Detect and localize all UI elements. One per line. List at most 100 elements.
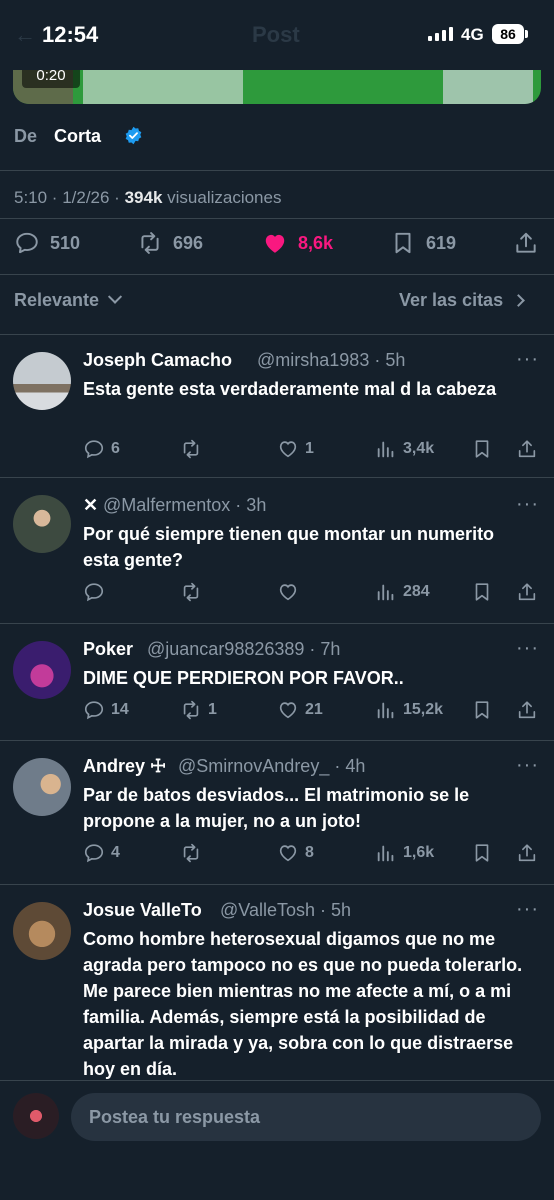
post-timestamp: 5:10 · 1/2/26 · — [14, 188, 125, 207]
avatar[interactable] — [13, 641, 71, 699]
more-icon[interactable]: ··· — [516, 348, 539, 371]
share-button[interactable] — [516, 581, 538, 603]
like-count: 8,6k — [298, 232, 334, 253]
share-button[interactable] — [516, 842, 538, 864]
views-icon — [377, 702, 394, 719]
like-icon — [279, 702, 297, 719]
more-icon[interactable]: ··· — [516, 637, 539, 660]
repost-action[interactable]: 696 — [137, 230, 203, 256]
bookmark-icon — [475, 583, 489, 601]
verified-icon — [125, 126, 142, 145]
reply-author-name[interactable]: ✕ — [83, 495, 98, 516]
more-icon[interactable]: ··· — [516, 898, 539, 921]
like-button[interactable]: 21 — [277, 699, 323, 721]
share-button[interactable] — [516, 438, 538, 460]
reply-icon — [84, 440, 104, 459]
repost-count: 1 — [208, 701, 217, 718]
bookmark-button[interactable] — [471, 438, 493, 460]
reply-icon — [84, 583, 104, 602]
views-icon — [377, 441, 394, 458]
chevron-left-icon[interactable]: ← — [14, 22, 36, 48]
reply-item[interactable]: ✕ @Malfermentox · 3h ··· Por qué siempre… — [0, 477, 554, 623]
share-button[interactable] — [516, 699, 538, 721]
view-count: 394k — [124, 188, 163, 207]
quotes-label: Ver las citas — [399, 290, 504, 310]
share-icon — [518, 701, 536, 719]
video-player[interactable] — [13, 64, 541, 104]
views-button[interactable]: 284 — [375, 581, 430, 603]
repost-button[interactable] — [180, 581, 208, 603]
avatar[interactable] — [13, 902, 71, 960]
more-icon[interactable]: ··· — [516, 493, 539, 516]
avatar[interactable] — [13, 1093, 59, 1139]
views-button[interactable]: 1,6k — [375, 842, 434, 864]
sort-label: Relevante — [14, 290, 100, 310]
views-label: visualizaciones — [162, 188, 282, 207]
reply-author-handle[interactable]: @ValleTosh · 5h — [220, 900, 351, 921]
reply-author-handle[interactable]: @Malfermentox · 3h — [103, 495, 266, 516]
reply-icon — [84, 844, 104, 863]
bookmark-button[interactable] — [471, 581, 493, 603]
repost-icon — [141, 232, 159, 254]
network-type: 4G — [461, 25, 484, 44]
reply-text: Par de batos desviados... El matrimonio … — [83, 785, 470, 831]
like-action[interactable]: 8,6k — [262, 230, 333, 256]
bookmark-action[interactable]: 619 — [390, 230, 456, 256]
like-button[interactable] — [277, 581, 305, 603]
reply-input[interactable] — [71, 1093, 541, 1141]
bookmark-icon — [395, 232, 411, 254]
reply-author-name[interactable]: Josue ValleTo — [83, 900, 202, 921]
reply-item[interactable]: Andrey ☩ @SmirnovAndrey_ · 4h ··· Par de… — [0, 740, 554, 884]
view-quotes-link[interactable]: Ver las citas — [399, 290, 525, 311]
share-action[interactable] — [513, 230, 539, 256]
repost-icon — [183, 843, 199, 863]
repost-count: 696 — [173, 232, 204, 253]
reply-button[interactable]: 4 — [83, 842, 120, 864]
reply-button[interactable]: 6 — [83, 438, 120, 460]
avatar[interactable] — [13, 495, 71, 553]
reply-count: 510 — [50, 232, 81, 253]
divider — [0, 170, 554, 171]
battery-icon: 86 — [492, 24, 524, 44]
repost-icon — [183, 700, 199, 720]
more-icon[interactable]: ··· — [516, 754, 539, 777]
reply-author-name[interactable]: Andrey ☩ — [83, 756, 166, 777]
reply-icon — [16, 232, 38, 254]
chevron-down-icon — [107, 289, 123, 304]
reply-action[interactable]: 510 — [14, 230, 80, 256]
avatar[interactable] — [13, 352, 71, 410]
reply-item[interactable]: Poker @juancar98826389 · 7h ··· DIME QUE… — [0, 623, 554, 739]
views-button[interactable]: 3,4k — [375, 438, 434, 460]
bookmark-button[interactable] — [471, 699, 493, 721]
reply-author-handle[interactable]: @mirsha1983 · 5h — [257, 350, 405, 371]
divider — [0, 218, 554, 219]
share-icon — [518, 440, 536, 458]
reply-author-name[interactable]: Joseph Camacho — [83, 350, 232, 371]
reply-author-name[interactable]: Poker — [83, 639, 133, 660]
reply-button[interactable] — [83, 581, 111, 603]
reply-button[interactable]: 14 — [83, 699, 129, 721]
reply-author-handle[interactable]: @SmirnovAndrey_ · 4h — [178, 756, 365, 777]
repost-button[interactable] — [180, 842, 208, 864]
views-button[interactable]: 15,2k — [375, 699, 443, 721]
view-count: 15,2k — [403, 701, 444, 718]
reply-count: 14 — [111, 701, 129, 718]
bookmark-button[interactable] — [471, 842, 493, 864]
like-button[interactable]: 8 — [277, 842, 314, 864]
avatar[interactable] — [13, 758, 71, 816]
reply-item[interactable]: Joseph Camacho @mirsha1983 · 5h ··· Esta… — [0, 334, 554, 476]
reply-item[interactable]: Josue ValleTo @ValleTosh · 5h ··· Como h… — [0, 884, 554, 1080]
like-icon — [279, 441, 297, 458]
sort-dropdown[interactable]: Relevante — [14, 289, 123, 311]
reply-author-handle[interactable]: @juancar98826389 · 7h — [147, 639, 340, 660]
share-icon — [518, 583, 536, 601]
like-count: 8 — [305, 844, 314, 861]
clock: 12:54 — [42, 22, 99, 47]
bookmark-count: 619 — [426, 232, 457, 253]
source-name[interactable]: Corta — [54, 126, 101, 147]
repost-button[interactable] — [180, 438, 208, 460]
chevron-right-icon — [512, 294, 525, 307]
like-button[interactable]: 1 — [277, 438, 314, 460]
repost-button[interactable]: 1 — [180, 699, 217, 721]
repost-icon — [183, 439, 199, 459]
